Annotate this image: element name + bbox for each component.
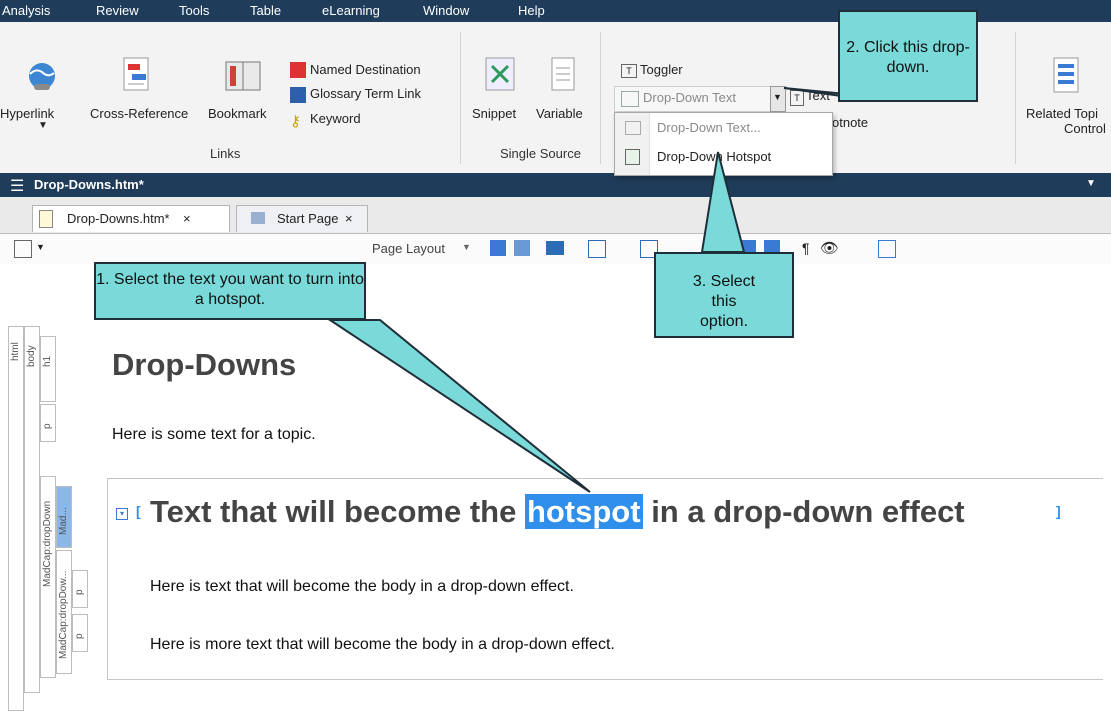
callout-1-pointer <box>326 319 591 493</box>
callout-pointers <box>326 87 909 493</box>
callout-text: 2. Click this drop-down. <box>846 39 970 76</box>
callout-step-2: 2. Click this drop-down. <box>838 10 978 102</box>
callout-step-1: 1. Select the text you want to turn into… <box>94 262 366 320</box>
callout-text: 1. Select the text you want to turn into… <box>96 271 364 308</box>
callout-text: 3. Select this option. <box>692 273 756 330</box>
callout-3-pointer <box>700 151 746 253</box>
callout-step-3: 3. Select this option. <box>654 252 794 338</box>
